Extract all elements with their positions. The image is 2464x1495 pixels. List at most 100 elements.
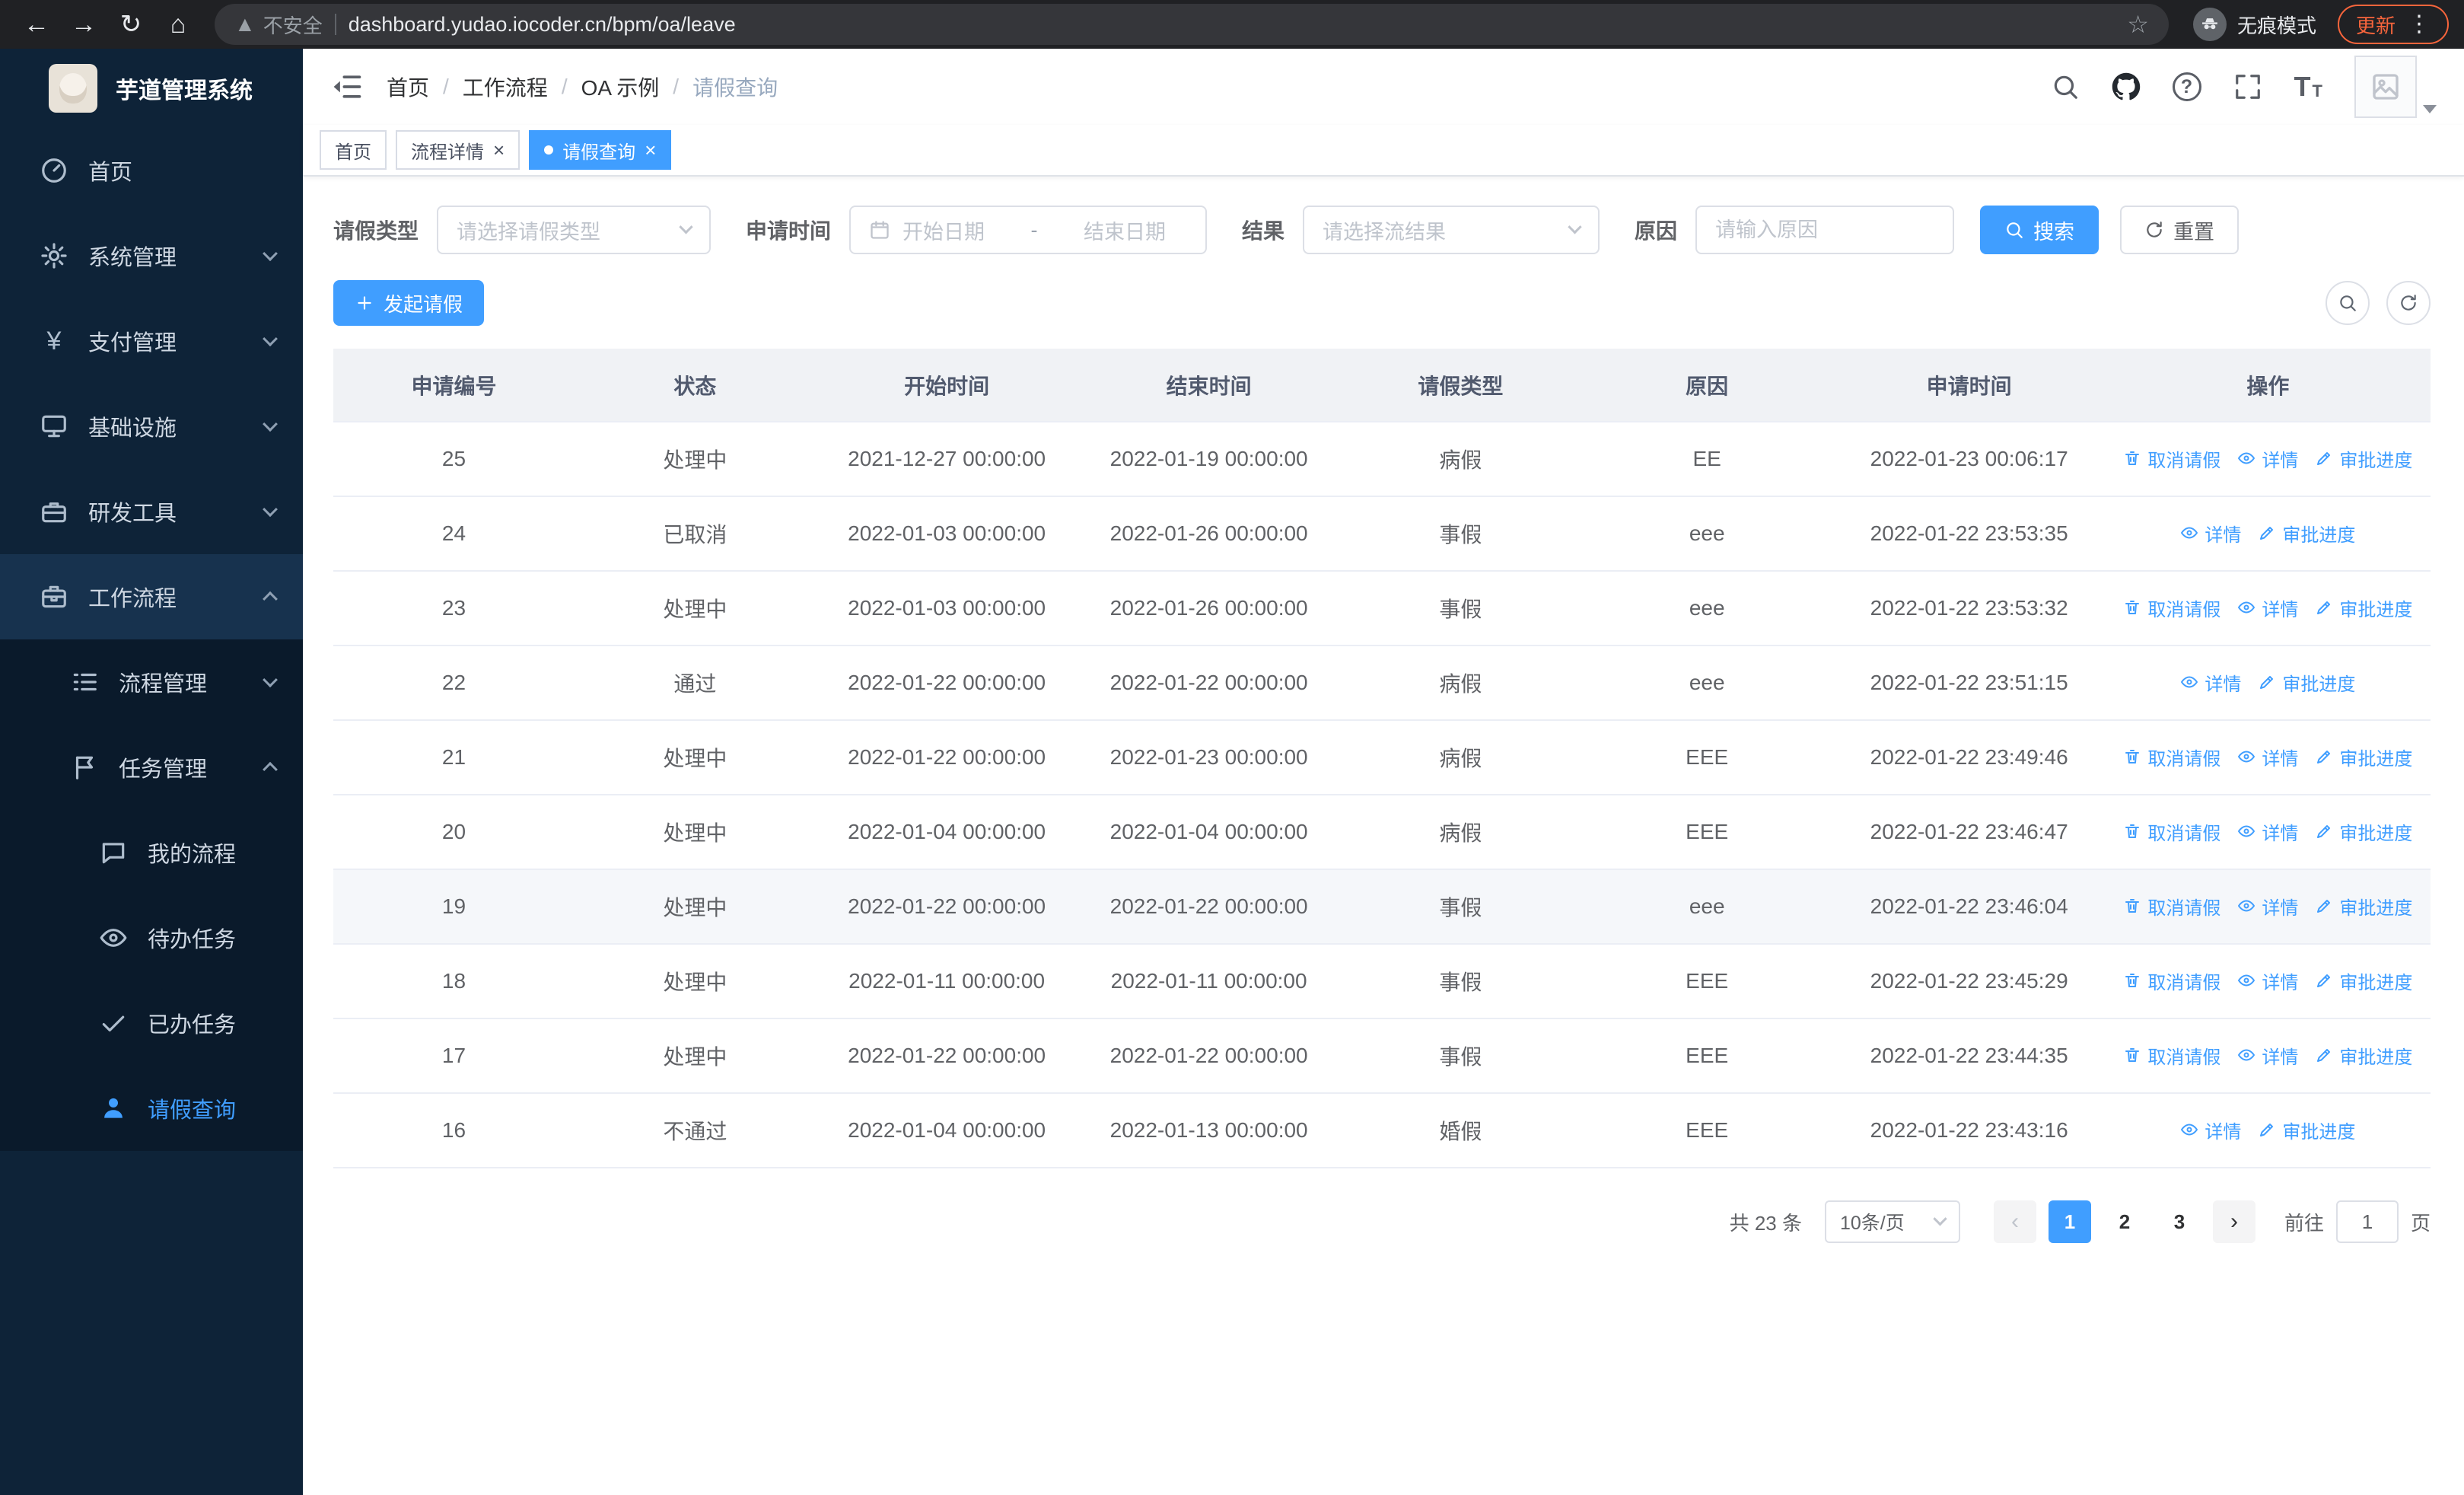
progress-action-link[interactable]: 审批进度 [2258,1117,2355,1143]
cancel-action-link[interactable]: 取消请假 [2123,1042,2220,1069]
cell-applied: 2022-01-22 23:43:16 [1832,1093,2106,1168]
sidebar-item-infra[interactable]: 基础设施 [0,384,303,469]
progress-action-link[interactable]: 审批进度 [2258,520,2355,547]
sidebar-item-task-management[interactable]: 任务管理 [0,725,303,810]
sidebar-item-payment[interactable]: ¥ 支付管理 [0,298,303,384]
bookmark-star-icon[interactable]: ☆ [2127,10,2149,39]
toggle-search-button[interactable] [2326,281,2370,325]
detail-action-link[interactable]: 详情 [2237,594,2298,621]
progress-action-link[interactable]: 审批进度 [2315,744,2412,770]
cancel-action-link[interactable]: 取消请假 [2123,594,2220,621]
home-icon[interactable]: ⌂ [157,3,199,46]
progress-action-link[interactable]: 审批进度 [2315,594,2412,621]
avatar[interactable] [2354,56,2417,118]
security-chip[interactable]: ▲ 不安全 [234,11,323,39]
cancel-action-link[interactable]: 取消请假 [2123,445,2220,472]
progress-action-link[interactable]: 审批进度 [2315,445,2412,472]
breadcrumb-item[interactable]: 首页 [387,72,429,102]
sidebar-item-my-process[interactable]: 我的流程 [0,810,303,895]
refresh-table-button[interactable] [2386,281,2431,325]
detail-action-link[interactable]: 详情 [2237,445,2298,472]
progress-action-link[interactable]: 审批进度 [2315,967,2412,994]
sidebar-item-leave-query[interactable]: 请假查询 [0,1066,303,1151]
cell-reason: eee [1581,869,1833,945]
search-icon[interactable] [2051,72,2080,101]
detail-action-link[interactable]: 详情 [2180,1117,2241,1143]
browser-update-button[interactable]: 更新 ⋮ [2337,5,2449,44]
page-button-1[interactable]: 1 [2048,1200,2091,1243]
next-page-button[interactable]: › [2212,1200,2255,1243]
sidebar-item-todo-tasks[interactable]: 待办任务 [0,895,303,980]
cell-reason: eee [1581,645,1833,721]
progress-action-link[interactable]: 审批进度 [2258,669,2355,696]
plus-icon [358,296,371,310]
address-bar[interactable]: ▲ 不安全 dashboard.yudao.iocoder.cn/bpm/oa/… [215,4,2169,45]
page-button-2[interactable]: 2 [2103,1200,2146,1243]
cell-type: 病假 [1339,720,1581,795]
forward-icon[interactable]: → [62,3,105,46]
sidebar-item-done-tasks[interactable]: 已办任务 [0,980,303,1066]
close-icon[interactable]: × [645,140,656,160]
reason-input[interactable] [1695,206,1955,254]
sidebar-item-process-management[interactable]: 流程管理 [0,639,303,725]
sidebar-item-home[interactable]: 首页 [0,128,303,213]
check-icon [102,1015,125,1032]
page-button-3[interactable]: 3 [2158,1200,2201,1243]
github-icon[interactable] [2112,72,2141,101]
detail-action-link[interactable]: 详情 [2180,669,2241,696]
progress-action-link[interactable]: 审批进度 [2315,893,2412,920]
close-icon[interactable]: × [493,140,505,160]
create-leave-button[interactable]: 发起请假 [333,280,485,326]
menu-dots-icon[interactable]: ⋮ [2408,13,2431,36]
leave-type-select[interactable]: 请选择请假类型 [437,206,712,254]
tab-home[interactable]: 首页 [320,130,387,170]
action-label: 详情 [2205,1121,2242,1143]
delete-icon [2125,1048,2140,1063]
detail-action-link[interactable]: 详情 [2237,744,2298,770]
sidebar-item-devtools[interactable]: 研发工具 [0,469,303,554]
font-size-icon[interactable]: TT [2294,73,2322,100]
cancel-action-link[interactable]: 取消请假 [2123,744,2220,770]
user-menu[interactable] [2354,56,2437,118]
action-label: 详情 [2262,897,2299,919]
col-reason: 原因 [1581,349,1833,422]
cell-id: 18 [333,944,575,1019]
browser-toolbar: ← → ↻ ⌂ ▲ 不安全 dashboard.yudao.iocoder.cn… [0,0,2464,49]
cell-type: 事假 [1339,571,1581,646]
detail-action-link[interactable]: 详情 [2237,1042,2298,1069]
detail-action-link[interactable]: 详情 [2237,967,2298,994]
page-size-select[interactable]: 10条/页 [1824,1200,1960,1243]
progress-action-link[interactable]: 审批进度 [2315,818,2412,845]
back-icon[interactable]: ← [15,3,58,46]
progress-action-link[interactable]: 审批进度 [2315,1042,2412,1069]
cancel-action-link[interactable]: 取消请假 [2123,818,2220,845]
goto-page-input[interactable] [2335,1200,2399,1243]
action-label: 详情 [2262,450,2299,471]
detail-action-link[interactable]: 详情 [2237,893,2298,920]
reset-button[interactable]: 重置 [2120,206,2240,254]
tab-leave-query[interactable]: 请假查询 × [529,130,672,170]
sidebar-item-workflow[interactable]: 工作流程 [0,554,303,639]
detail-action-link[interactable]: 详情 [2180,520,2241,547]
prev-page-button[interactable]: ‹ [1993,1200,2036,1243]
date-range-picker[interactable]: 开始日期 - 结束日期 [849,206,1208,254]
cancel-action-link[interactable]: 取消请假 [2123,893,2220,920]
breadcrumb-item[interactable]: 工作流程 [463,72,548,102]
sidebar-fold-icon[interactable] [330,70,364,104]
tab-process-detail[interactable]: 流程详情 × [396,130,520,170]
detail-action-link[interactable]: 详情 [2237,818,2298,845]
search-button[interactable]: 搜索 [1980,206,2099,254]
active-dot [544,145,554,155]
col-apply-id: 申请编号 [333,349,575,422]
refresh-icon[interactable]: ↻ [110,3,152,46]
action-label: 取消请假 [2147,748,2221,770]
sidebar-item-system[interactable]: 系统管理 [0,213,303,298]
breadcrumb-item[interactable]: OA 示例 [581,72,660,102]
result-select[interactable]: 请选择流结果 [1303,206,1600,254]
edit-icon [2260,1124,2274,1137]
fullscreen-icon[interactable] [2233,72,2262,101]
cell-status: 处理中 [574,944,816,1019]
cancel-action-link[interactable]: 取消请假 [2123,967,2220,994]
help-icon[interactable]: ? [2172,72,2201,101]
calendar-icon [871,221,889,239]
